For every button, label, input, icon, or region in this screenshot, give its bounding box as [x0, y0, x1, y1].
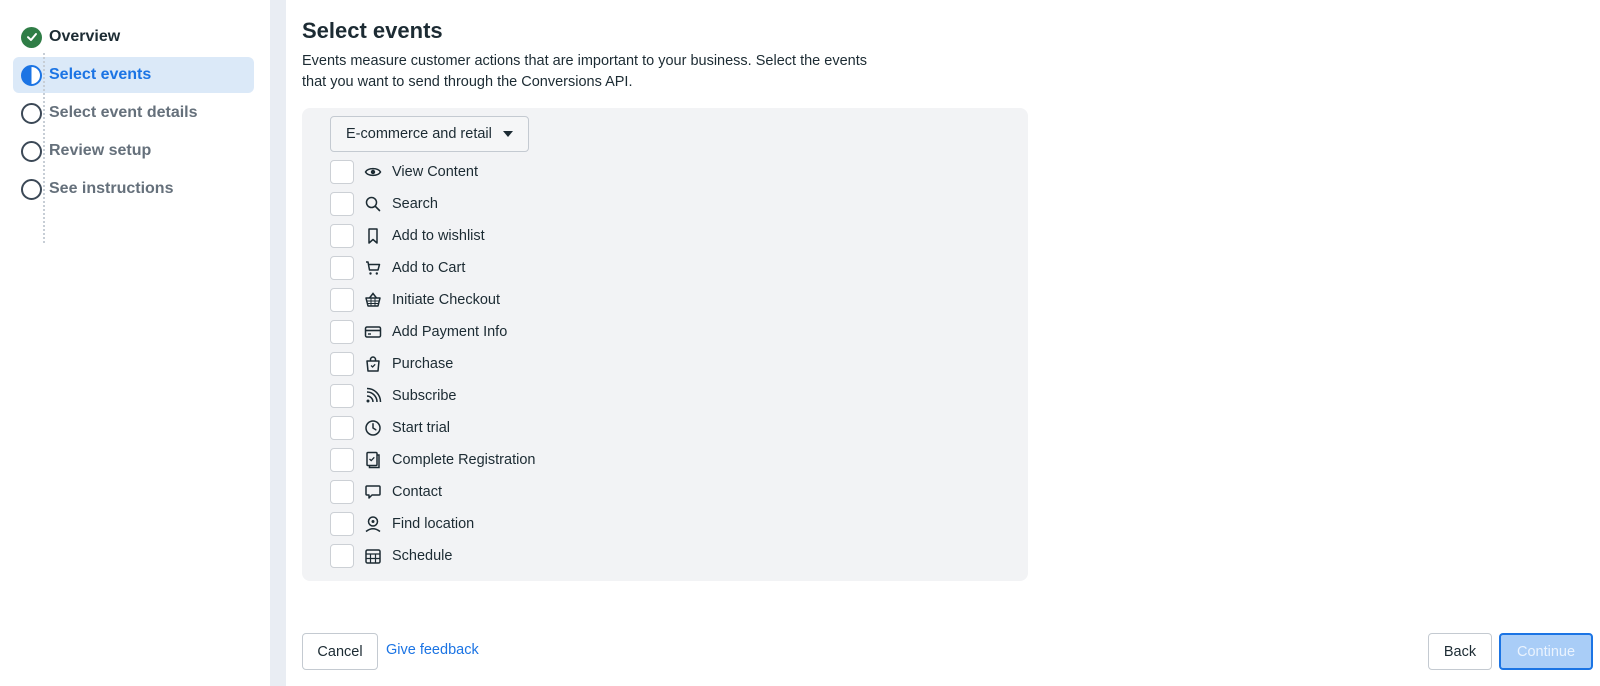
caret-down-icon — [503, 131, 513, 137]
event-item-search[interactable]: Search — [330, 188, 535, 220]
event-item-start-trial[interactable]: Start trial — [330, 412, 535, 444]
chat-bubble-icon — [364, 483, 382, 501]
event-checkbox[interactable] — [330, 480, 354, 504]
event-item-contact[interactable]: Contact — [330, 476, 535, 508]
cart-icon — [364, 259, 382, 277]
main-panel: Select events Events measure customer ac… — [286, 0, 1600, 686]
event-label: Initiate Checkout — [392, 292, 501, 308]
page-description: Events measure customer actions that are… — [302, 53, 867, 90]
event-item-add-to-wishlist[interactable]: Add to wishlist — [330, 220, 535, 252]
event-item-find-location[interactable]: Find location — [330, 508, 535, 540]
event-checkbox[interactable] — [330, 192, 354, 216]
event-label: Add to wishlist — [392, 228, 485, 244]
event-label: Add to Cart — [392, 260, 466, 276]
event-label: Search — [392, 196, 438, 212]
event-item-subscribe[interactable]: Subscribe — [330, 380, 535, 412]
events-panel: E-commerce and retail View Content Searc… — [302, 108, 1028, 581]
event-checkbox[interactable] — [330, 320, 354, 344]
search-icon — [364, 195, 382, 213]
step-select-events[interactable]: Select events — [13, 57, 254, 93]
event-label: Purchase — [392, 356, 454, 372]
event-item-add-to-cart[interactable]: Add to Cart — [330, 252, 535, 284]
event-checkbox[interactable] — [330, 416, 354, 440]
back-button[interactable]: Back — [1428, 633, 1492, 670]
page-title: Select events — [302, 18, 443, 43]
step-select-event-details[interactable]: Select event details — [13, 95, 254, 131]
event-item-view-content[interactable]: View Content — [330, 156, 535, 188]
step-list: Overview Select events Select event deta… — [13, 19, 254, 243]
event-checkbox[interactable] — [330, 256, 354, 280]
rss-icon — [364, 387, 382, 405]
empty-circle-icon — [21, 102, 42, 124]
event-checkbox[interactable] — [330, 160, 354, 184]
step-connector — [43, 53, 45, 243]
event-label: Find location — [392, 516, 475, 532]
clock-icon — [364, 419, 382, 437]
step-label: See instructions — [49, 180, 174, 197]
empty-circle-icon — [21, 140, 42, 162]
registration-icon — [364, 451, 382, 469]
event-label: Complete Registration — [392, 452, 536, 468]
step-see-instructions[interactable]: See instructions — [13, 171, 254, 207]
event-item-add-payment-info[interactable]: Add Payment Info — [330, 316, 535, 348]
step-overview[interactable]: Overview — [13, 19, 254, 55]
location-pin-icon — [364, 515, 382, 533]
category-selected: E-commerce and retail — [346, 126, 492, 142]
event-checkbox[interactable] — [330, 224, 354, 248]
event-label: Start trial — [392, 420, 451, 436]
event-item-initiate-checkout[interactable]: Initiate Checkout — [330, 284, 535, 316]
calendar-icon — [364, 547, 382, 565]
checkmark-icon — [21, 26, 42, 48]
sidebar: Overview Select events Select event deta… — [0, 0, 270, 686]
event-checkbox[interactable] — [330, 448, 354, 472]
event-checkbox[interactable] — [330, 288, 354, 312]
event-label: Schedule — [392, 548, 453, 564]
bookmark-icon — [364, 227, 382, 245]
basket-icon — [364, 291, 382, 309]
step-label: Overview — [49, 28, 121, 45]
event-checkbox[interactable] — [330, 384, 354, 408]
half-circle-icon — [21, 64, 42, 86]
event-checkbox[interactable] — [330, 512, 354, 536]
event-item-complete-registration[interactable]: Complete Registration — [330, 444, 535, 476]
event-item-schedule[interactable]: Schedule — [330, 540, 535, 572]
shopping-bag-icon — [364, 355, 382, 373]
category-dropdown[interactable]: E-commerce and retail — [330, 116, 529, 152]
event-list: View Content Search Add to wishlist Add … — [330, 156, 535, 572]
step-label: Select events — [49, 66, 152, 83]
give-feedback-link[interactable]: Give feedback — [386, 642, 479, 658]
event-label: Subscribe — [392, 388, 457, 404]
event-item-purchase[interactable]: Purchase — [330, 348, 535, 380]
event-label: Contact — [392, 484, 442, 500]
step-label: Select event details — [49, 104, 198, 121]
empty-circle-icon — [21, 178, 42, 200]
step-review-setup[interactable]: Review setup — [13, 133, 254, 169]
credit-card-icon — [364, 323, 382, 341]
eye-icon — [364, 163, 382, 181]
event-checkbox[interactable] — [330, 544, 354, 568]
cancel-button[interactable]: Cancel — [302, 633, 378, 670]
event-checkbox[interactable] — [330, 352, 354, 376]
event-label: View Content — [392, 164, 478, 180]
continue-button[interactable]: Continue — [1499, 633, 1593, 670]
event-label: Add Payment Info — [392, 324, 508, 340]
step-label: Review setup — [49, 142, 152, 159]
